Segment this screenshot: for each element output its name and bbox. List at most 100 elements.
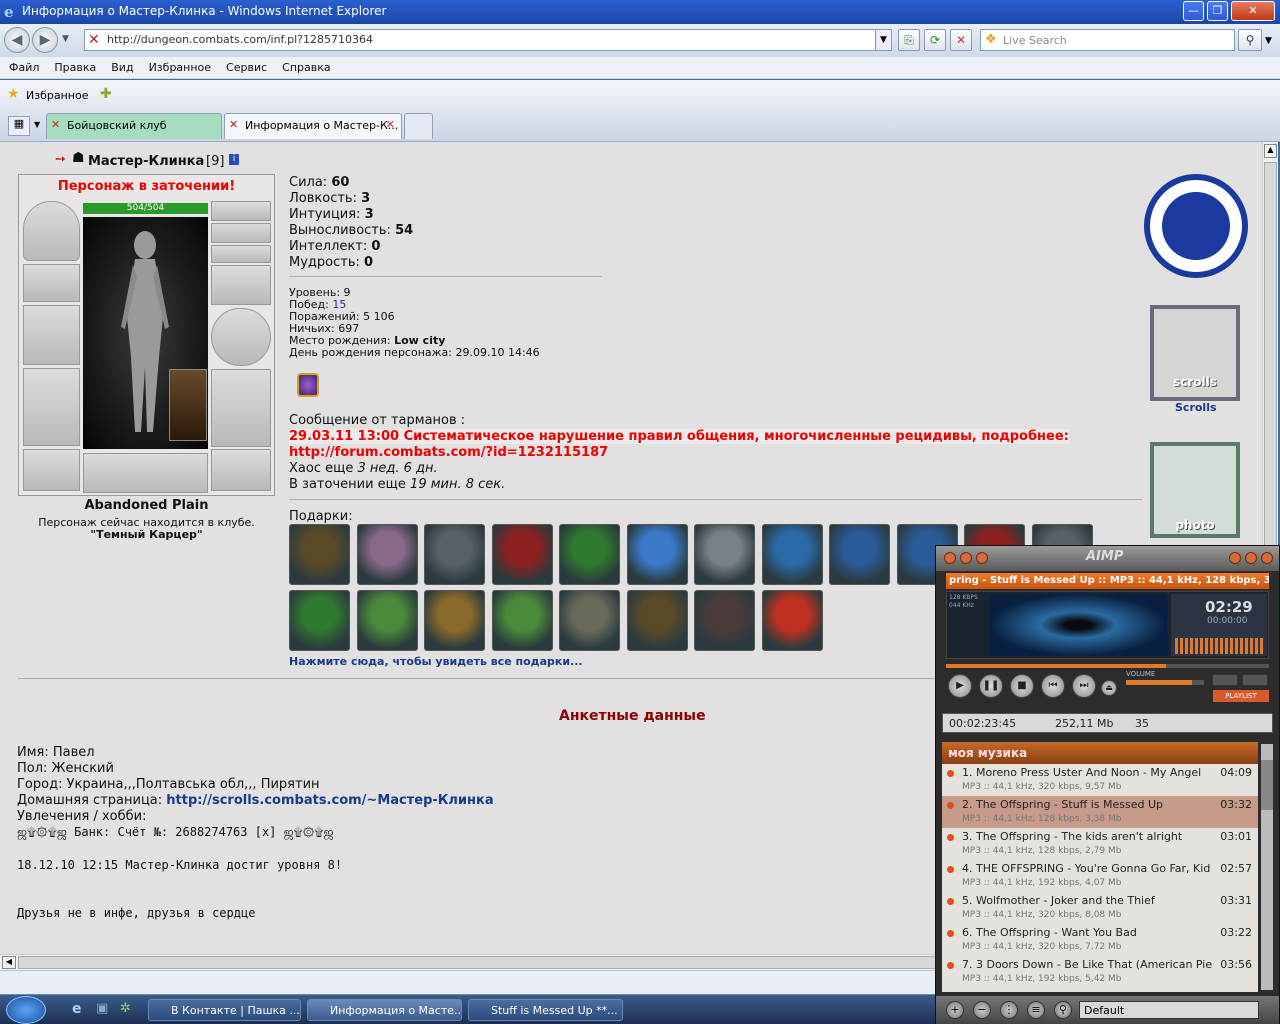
helmet-slot[interactable] (23, 201, 80, 261)
forward-button[interactable]: ▶ (32, 27, 58, 53)
favorites-button[interactable]: Избранное (26, 89, 88, 102)
gift-icon[interactable] (694, 590, 755, 651)
back-button[interactable]: ◀ (4, 27, 30, 53)
aimp-track-row[interactable]: 3. The Offspring - The kids aren't alrig… (942, 828, 1258, 860)
armor-slot[interactable] (23, 368, 80, 446)
scrolls-link[interactable]: Scrolls (1175, 401, 1217, 414)
close-button[interactable]: ✕ (1231, 1, 1275, 21)
gift-icon[interactable] (356, 590, 418, 651)
menu-favorites[interactable]: Избранное (140, 57, 217, 74)
gift-icon[interactable] (694, 524, 755, 585)
aimp-menu-icon[interactable] (944, 552, 956, 564)
maximize-button[interactable]: ❐ (1207, 1, 1228, 21)
quick-tabs-icon[interactable]: ▦ (8, 116, 30, 136)
gift-icon[interactable] (491, 590, 553, 651)
menu-view[interactable]: Вид (102, 57, 139, 74)
quicklaunch-desktop-icon[interactable]: ▣ (96, 1001, 108, 1016)
address-dropdown-icon[interactable]: ▼ (875, 30, 891, 50)
taskbar-character-info[interactable]: Информация о Масте... (307, 999, 462, 1021)
aimp-playlist-scrollbar[interactable] (1261, 744, 1273, 990)
search-go-icon[interactable]: ⚲ (1238, 29, 1262, 51)
tab-list-icon[interactable]: ▼ (34, 120, 40, 129)
aimp-eject-icon[interactable]: ⏏ (1101, 680, 1117, 696)
aimp-add-icon[interactable]: + (946, 1001, 964, 1019)
gift-icon[interactable] (626, 524, 688, 585)
aimp-prev-icon[interactable]: ⏮ (1041, 674, 1065, 698)
aimp-stop-icon[interactable]: ■ (1010, 674, 1034, 698)
leggings-slot[interactable] (211, 369, 271, 447)
aimp-track-row[interactable]: 6. The Offspring - Want You Bad 03:22 MP3 … (942, 924, 1258, 956)
earrings-slot[interactable] (211, 201, 271, 221)
aimp-preset-field[interactable]: Default (1079, 1001, 1259, 1019)
search-box[interactable]: ❖ Live Search (980, 29, 1235, 51)
belt-slot[interactable] (23, 449, 80, 491)
taskbar-vkontakte[interactable]: В Контакте | Пашка ... (148, 999, 301, 1021)
add-favorite-icon[interactable]: ✚ (100, 86, 112, 102)
amulet-slot[interactable] (211, 223, 271, 243)
aimp-eq-toggle[interactable] (1242, 674, 1268, 686)
gift-icon[interactable] (491, 524, 553, 585)
rings-slot[interactable] (211, 245, 271, 263)
clan-emblem[interactable] (1144, 174, 1248, 278)
aimp-track-row[interactable]: 5. Wolfmother - Joker and the Thief 03:31… (942, 892, 1258, 924)
search-options-icon[interactable]: ▼ (1265, 36, 1272, 46)
aimp-pause-icon[interactable]: ❚❚ (979, 674, 1003, 698)
bracers-slot[interactable] (23, 264, 80, 302)
aimp-next-icon[interactable]: ⏭ (1072, 674, 1096, 698)
gloves-slot[interactable] (211, 265, 271, 305)
gift-icon[interactable] (761, 590, 823, 651)
menu-edit[interactable]: Правка (45, 57, 102, 74)
homepage-link[interactable]: http://scrolls.combats.com/~Мастер-Клинк… (166, 793, 493, 808)
aimp-pin-icon[interactable] (976, 552, 988, 564)
address-bar[interactable]: ✕ http://dungeon.combats.com/inf.pl?1285… (84, 29, 892, 51)
gift-icon[interactable] (289, 524, 350, 585)
compat-view-icon[interactable]: ⎘ (898, 29, 920, 51)
aimp-eq-icon[interactable] (960, 552, 972, 564)
start-button[interactable] (6, 996, 46, 1024)
close-tab-icon[interactable]: ✕ (386, 118, 395, 131)
forum-link[interactable]: http://forum.combats.com/?id=1232115187 (289, 445, 608, 460)
refresh-icon[interactable]: ⟳ (924, 29, 946, 51)
gift-icon[interactable] (424, 524, 485, 585)
menu-tools[interactable]: Сервис (217, 57, 273, 74)
aimp-playlist-button[interactable]: PLAYLIST (1213, 690, 1269, 702)
gift-icon[interactable] (559, 590, 620, 651)
aimp-search-icon[interactable]: ⚲ (1054, 1001, 1072, 1019)
gift-icon[interactable] (559, 524, 620, 585)
aimp-track-row[interactable]: 4. THE OFFSPRING - You're Gonna Go Far, … (942, 860, 1258, 892)
history-dropdown-icon[interactable]: ▼ (62, 34, 69, 44)
gift-icon[interactable] (289, 590, 350, 651)
aimp-track-row[interactable]: 2. The Offspring - Stuff is Messed Up 03:… (942, 796, 1258, 828)
aimp-playlist-name[interactable]: моя музика (942, 742, 1258, 764)
new-tab-button[interactable] (404, 113, 433, 139)
tab-fight-club[interactable]: ✕ Бойцовский клуб (46, 113, 222, 139)
aimp-vis-toggle[interactable] (1212, 674, 1238, 686)
aimp-track-row[interactable]: 7. 3 Doors Down - Be Like That (American… (942, 956, 1258, 988)
scroll-up-icon[interactable]: ▲ (1264, 144, 1277, 158)
gift-icon[interactable] (626, 590, 688, 651)
aimp-list-icon[interactable]: ≡ (1027, 1001, 1045, 1019)
address-url[interactable]: http://dungeon.combats.com/inf.pl?128571… (107, 33, 373, 46)
aimp-seek-bar[interactable] (946, 664, 1269, 668)
tab-character-info[interactable]: ✕ Информация о Мастер-К... ✕ (224, 113, 402, 139)
stop-icon[interactable]: ✕ (950, 29, 972, 51)
aimp-volume-slider[interactable] (1126, 680, 1204, 685)
weapon-slot[interactable] (23, 305, 80, 365)
aimp-track-row[interactable]: 1. Moreno Press Uster And Noon - My Ange… (942, 764, 1258, 796)
aimp-minimize-icon[interactable] (1229, 552, 1241, 564)
quicklaunch-app-icon[interactable]: ✲ (120, 1001, 131, 1016)
menu-help[interactable]: Справка (273, 57, 336, 74)
gift-icon[interactable] (424, 590, 485, 651)
aimp-sort-icon[interactable]: ⋮ (1000, 1001, 1018, 1019)
quicklaunch-ie-icon[interactable]: e (72, 1001, 82, 1017)
guild-badge-icon[interactable] (297, 373, 319, 397)
all-gifts-link[interactable]: Нажмите сюда, чтобы увидеть все подарки.… (289, 655, 583, 668)
minimize-button[interactable]: — (1183, 1, 1204, 21)
boots-slot[interactable] (211, 449, 271, 491)
aimp-visualization[interactable]: 128 KBPS 044 KHz 02:29 00:00:00 (946, 591, 1269, 659)
gift-icon[interactable] (829, 524, 890, 585)
scrolls-banner-icon[interactable]: scrolls (1150, 305, 1240, 401)
aimp-tray-icon[interactable] (1245, 552, 1257, 564)
info-icon[interactable]: i (229, 154, 239, 165)
aimp-remove-icon[interactable]: − (973, 1001, 991, 1019)
